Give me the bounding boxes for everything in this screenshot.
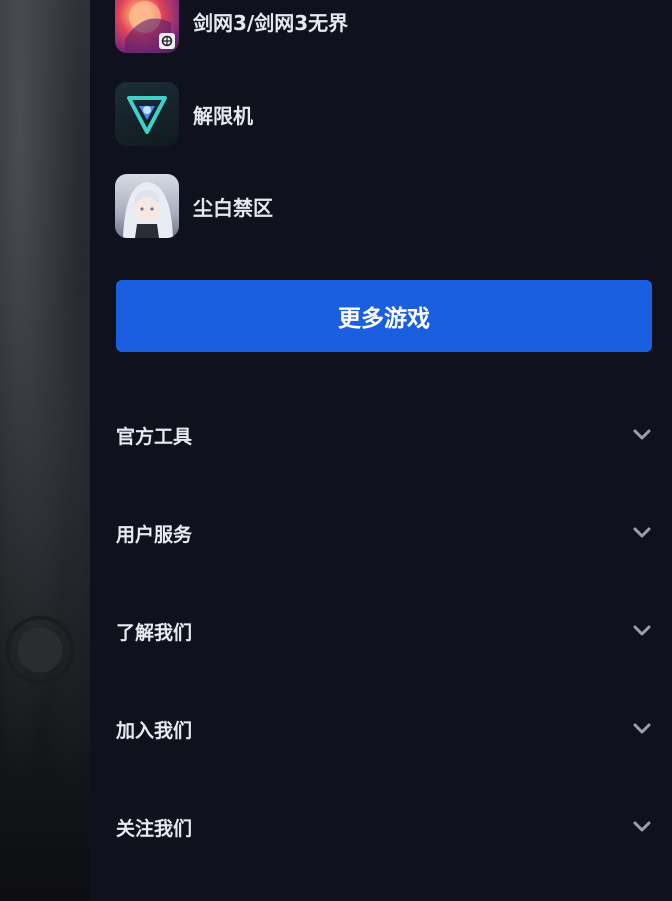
section-label: 加入我们 (116, 719, 193, 742)
game-item-mecha-break[interactable]: 解限机 (115, 81, 253, 147)
snowbreak-game-icon (115, 174, 179, 238)
section-label: 官方工具 (116, 425, 193, 448)
nav-menu-panel: 剑网3/剑网3无界 解限机 尘白禁区 更多游戏 官方工具 用户服务 了解我们 加… (90, 0, 672, 901)
game-name: 解限机 (193, 103, 253, 128)
section-join-us[interactable]: 加入我们 (90, 699, 672, 759)
page: 剑网3/剑网3无界 解限机 尘白禁区 更多游戏 官方工具 用户服务 了解我们 加… (0, 0, 672, 901)
section-label: 关注我们 (116, 817, 193, 840)
chevron-down-icon (630, 619, 654, 643)
chevron-down-icon (630, 717, 654, 741)
section-label: 用户服务 (116, 523, 193, 546)
game-item-snowbreak[interactable]: 尘白禁区 (115, 173, 273, 239)
game-name: 尘白禁区 (193, 195, 273, 220)
section-label: 了解我们 (116, 621, 193, 644)
mecha-break-game-icon (115, 82, 179, 146)
section-official-tools[interactable]: 官方工具 (90, 405, 672, 465)
chevron-down-icon (630, 521, 654, 545)
section-user-service[interactable]: 用户服务 (90, 503, 672, 563)
game-name: 剑网3/剑网3无界 (193, 10, 349, 35)
badge-icon (159, 33, 175, 49)
more-games-button[interactable]: 更多游戏 (116, 280, 652, 352)
chevron-down-icon (630, 815, 654, 839)
background-artwork (0, 0, 90, 901)
section-about-us[interactable]: 了解我们 (90, 601, 672, 661)
section-follow-us[interactable]: 关注我们 (90, 797, 672, 857)
jx3-game-icon (115, 0, 179, 53)
chevron-down-icon (630, 423, 654, 447)
game-item-jx3[interactable]: 剑网3/剑网3无界 (115, 0, 348, 54)
